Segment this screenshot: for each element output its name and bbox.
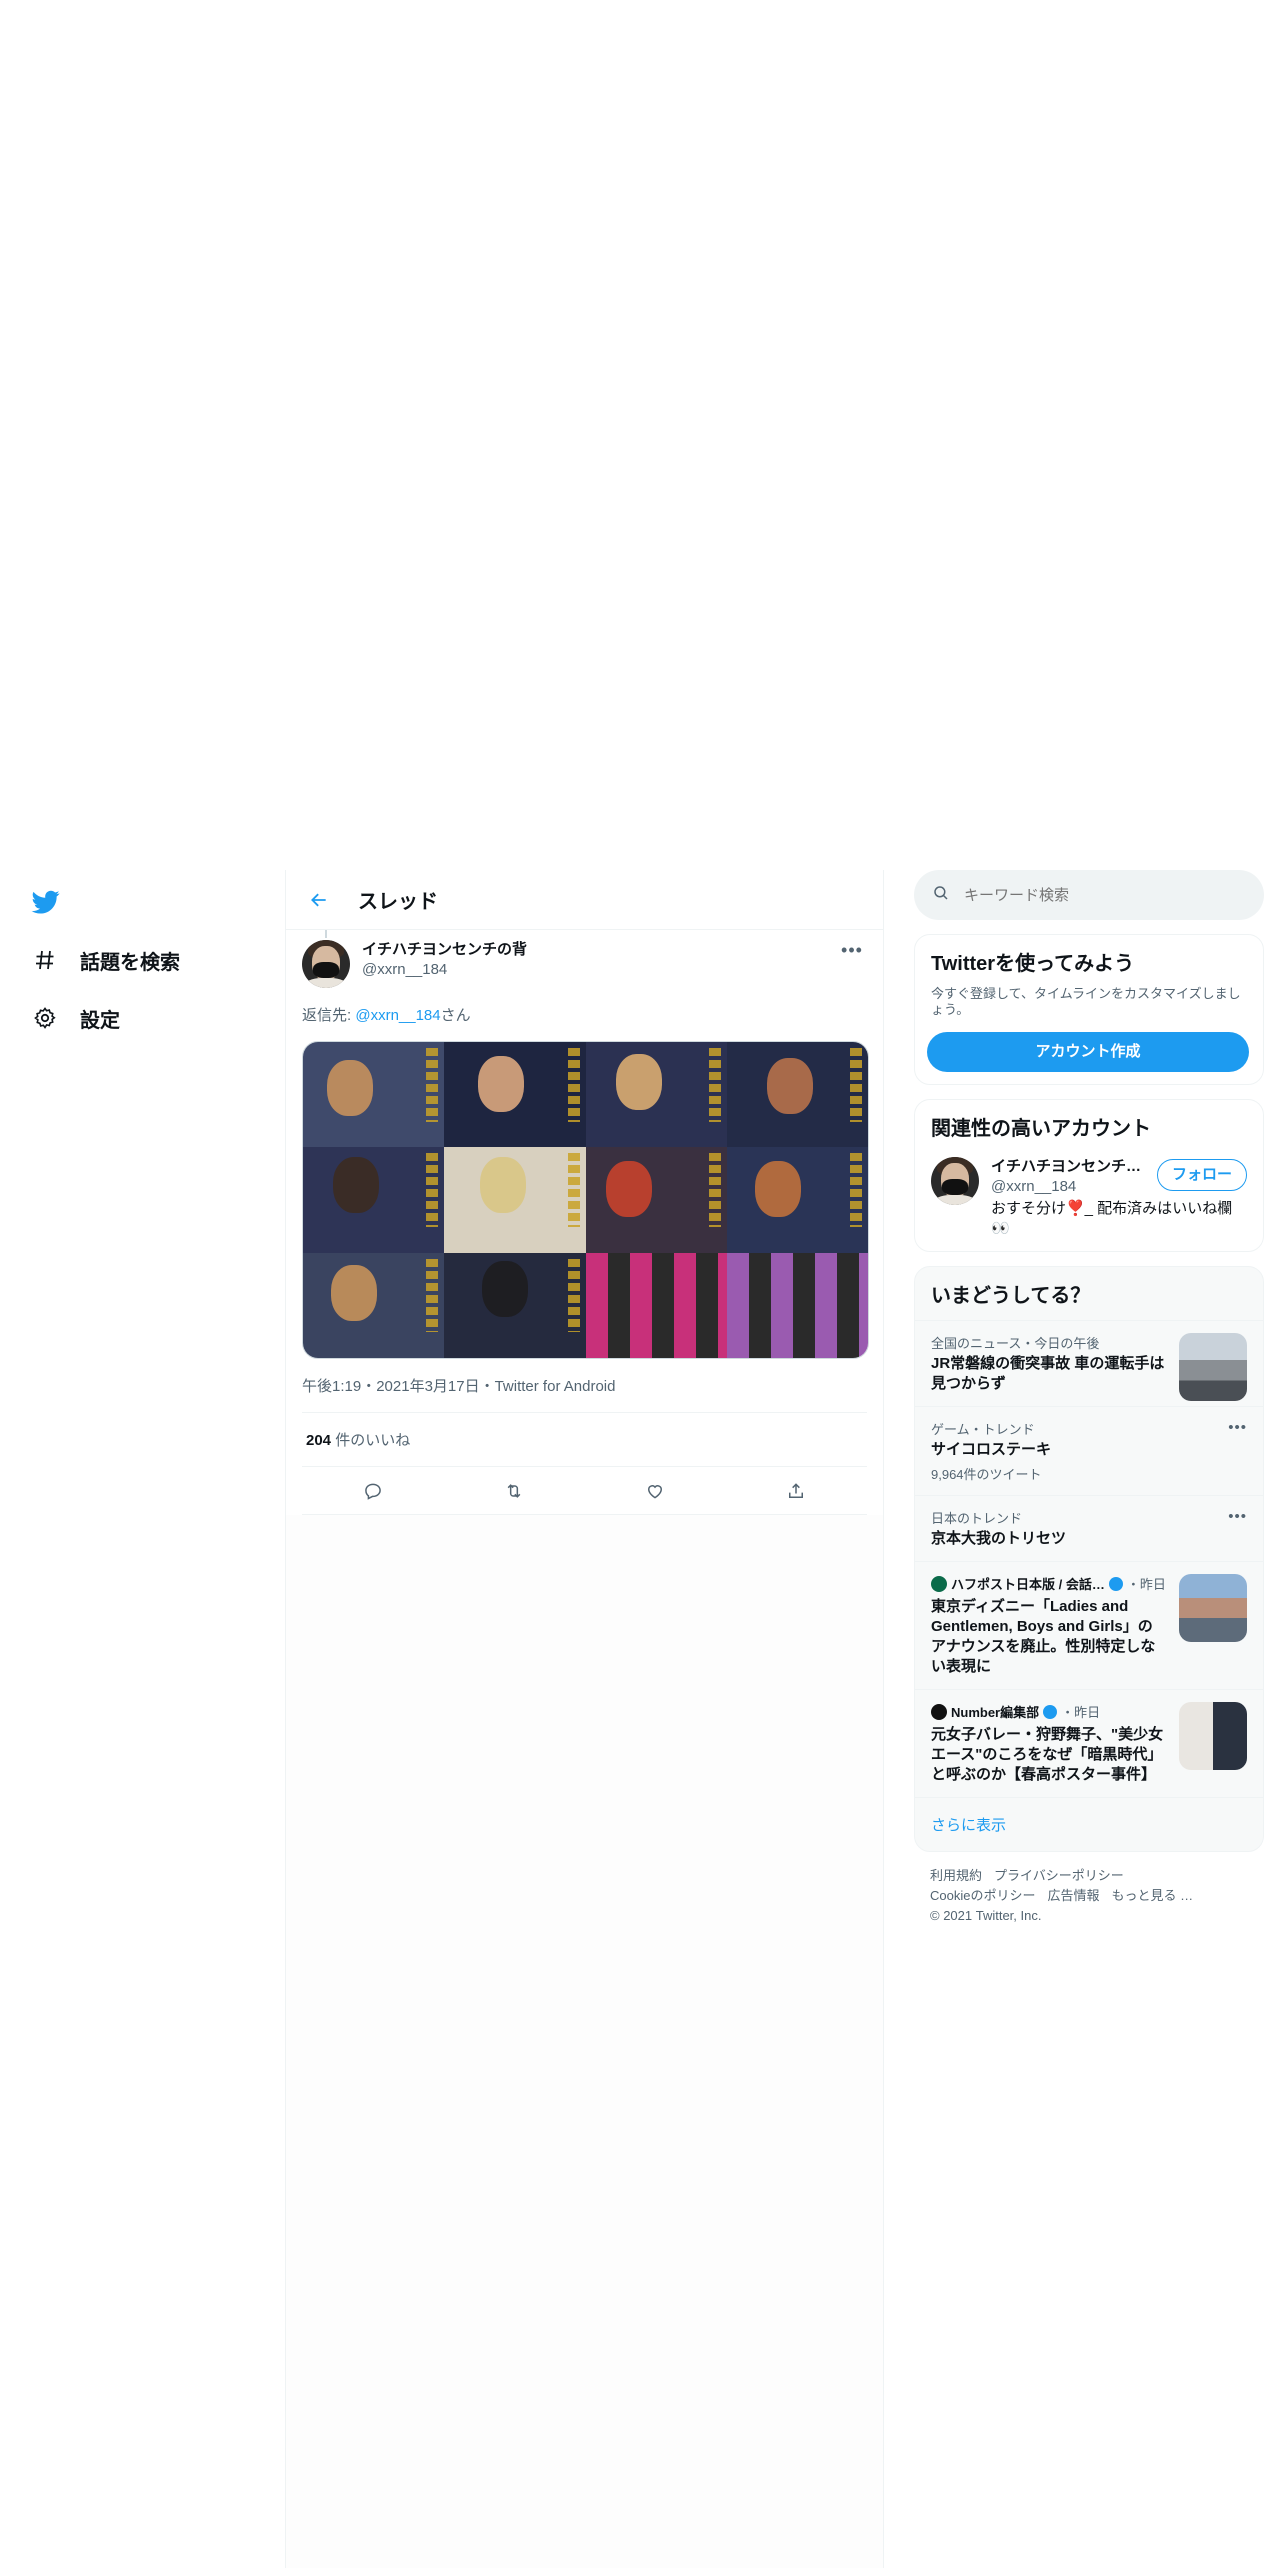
display-name[interactable]: イチハチヨンセンチの背 xyxy=(362,940,527,960)
related-title: 関連性の高いアカウント xyxy=(931,1118,1151,1140)
footer-link-cookies[interactable]: Cookieのポリシー xyxy=(930,1888,1035,1903)
search-box[interactable] xyxy=(914,870,1264,920)
tweet-author-row: イチハチヨンセンチの背 @xxrn__184 ••• xyxy=(302,930,867,988)
trend-thumbnail xyxy=(1179,1333,1247,1401)
nav-item-settings[interactable]: 設定 xyxy=(30,998,120,1038)
media-tile xyxy=(444,1042,586,1148)
media-tile xyxy=(726,1042,868,1148)
trend-title: 東京ディズニー「Ladies and Gentlemen, Boys and G… xyxy=(931,1598,1156,1675)
likes-label: 件のいいね xyxy=(331,1432,411,1449)
source-logo-icon xyxy=(931,1575,947,1592)
media-tile xyxy=(303,1042,445,1148)
trends-card: いまどうしてる？ 全国のニュース・今日の午後 JR常磐線の衝突事故 車の運転手は… xyxy=(914,1266,1264,1852)
nav-item-explore[interactable]: 話題を検索 xyxy=(30,940,180,980)
source-name: Number編集部 xyxy=(951,1705,1040,1720)
avatar[interactable] xyxy=(931,1157,979,1205)
related-bio: おすそ分け❣️_ 配布済みはいいね欄👀 xyxy=(991,1200,1233,1237)
trend-thumbnail xyxy=(1179,1702,1247,1770)
more-options-icon[interactable]: ••• xyxy=(1228,1508,1247,1525)
trend-item[interactable]: ハフポスト日本版 / 会話… ・昨日 東京ディズニー「Ladies and Ge… xyxy=(915,1561,1263,1689)
main-column: スレッド イチハチヨンセンチの背 @xxrn__184 ••• 返信先: @xx… xyxy=(285,870,884,2568)
trend-item[interactable]: 日本のトレンド 京本大我のトリセツ ••• xyxy=(915,1495,1263,1561)
news-source: Number編集部 ・昨日 xyxy=(931,1702,1167,1721)
source-time: ・昨日 xyxy=(1061,1705,1101,1720)
show-more-link[interactable]: さらに表示 xyxy=(915,1797,1263,1851)
search-icon xyxy=(932,884,950,907)
more-options-icon[interactable]: ••• xyxy=(837,940,867,960)
page: 話題を検索 設定 スレッド イチハチヨンセンチの背 @xxrn__184 •••… xyxy=(0,0,1284,2568)
media-tile xyxy=(444,1147,586,1253)
nav-item-label: 設定 xyxy=(80,1009,120,1032)
trend-count: 9,964件のツイート xyxy=(931,1467,1042,1482)
hashtag-icon xyxy=(30,945,60,975)
like-icon[interactable] xyxy=(638,1474,672,1508)
trend-thumbnail xyxy=(1179,1574,1247,1642)
trend-title: JR常磐線の衝突事故 車の運転手は見つからず xyxy=(931,1355,1165,1392)
likes-count: 204 xyxy=(306,1432,332,1449)
media-tile xyxy=(726,1147,868,1253)
verified-badge-icon xyxy=(1043,1704,1058,1719)
footer: 利用規約 プライバシーポリシー Cookieのポリシー 広告情報 もっと見る … © … xyxy=(914,1852,1264,1940)
footer-link-more[interactable]: もっと見る … xyxy=(1111,1888,1193,1903)
share-icon[interactable] xyxy=(779,1474,813,1508)
footer-link-privacy[interactable]: プライバシーポリシー xyxy=(994,1868,1124,1883)
related-accounts-card: 関連性の高いアカウント イチハチヨンセンチ… @xxrn__184 おすそ分け❣… xyxy=(914,1099,1264,1252)
author-names: イチハチヨンセンチの背 @xxrn__184 xyxy=(362,940,527,980)
thread-header: スレッド xyxy=(286,870,883,930)
source-name: ハフポスト日本版 / 会話… xyxy=(951,1577,1105,1592)
media-tile xyxy=(444,1252,586,1358)
gear-icon xyxy=(30,1003,60,1033)
trend-item[interactable]: Number編集部 ・昨日 元女子バレー・狩野舞子、"美少女エース"のころをなぜ… xyxy=(915,1689,1263,1797)
trend-context: 日本のトレンド xyxy=(931,1511,1023,1526)
tweet[interactable]: イチハチヨンセンチの背 @xxrn__184 ••• 返信先: @xxrn__1… xyxy=(286,930,883,1515)
source-logo-icon xyxy=(931,1703,947,1720)
signup-card: Twitterを使ってみよう 今すぐ登録して、タイムラインをカスタマイズしましょ… xyxy=(914,934,1264,1085)
trend-item[interactable]: 全国のニュース・今日の午後 JR常磐線の衝突事故 車の運転手は見つからず xyxy=(915,1320,1263,1406)
related-account[interactable]: イチハチヨンセンチ… @xxrn__184 おすそ分け❣️_ 配布済みはいいね欄… xyxy=(915,1145,1263,1251)
verified-badge-icon xyxy=(1108,1576,1123,1591)
footer-link-ads[interactable]: 広告情報 xyxy=(1047,1888,1099,1903)
tweet-media-image[interactable] xyxy=(302,1041,869,1359)
reply-suffix: さん xyxy=(440,1007,471,1024)
create-account-button[interactable]: アカウント作成 xyxy=(927,1032,1249,1072)
handle[interactable]: @xxrn__184 xyxy=(362,960,527,980)
follow-button[interactable]: フォロー xyxy=(1156,1159,1247,1191)
more-options-icon[interactable]: ••• xyxy=(1228,1419,1247,1436)
nav-item-label: 話題を検索 xyxy=(80,951,180,974)
media-tile xyxy=(585,1042,727,1148)
avatar[interactable] xyxy=(302,940,350,988)
copyright: © 2021 Twitter, Inc. xyxy=(930,1908,1042,1923)
retweet-icon[interactable] xyxy=(497,1474,531,1508)
tweet-timestamp[interactable]: 午後1:19・2021年3月17日・Twitter for Android xyxy=(302,1375,867,1413)
media-tile xyxy=(303,1147,445,1253)
trend-title: 元女子バレー・狩野舞子、"美少女エース"のころをなぜ「暗黒時代」と呼ぶのか【春高… xyxy=(931,1726,1164,1783)
media-tile xyxy=(585,1252,727,1358)
sidebar: Twitterを使ってみよう 今すぐ登録して、タイムラインをカスタマイズしましょ… xyxy=(914,870,1264,1940)
search-input[interactable] xyxy=(964,886,1224,904)
page-title: スレッド xyxy=(358,891,438,913)
media-tile xyxy=(585,1147,727,1253)
tweet-actions xyxy=(302,1467,867,1515)
twitter-logo-icon[interactable] xyxy=(30,888,64,918)
reply-icon[interactable] xyxy=(356,1474,390,1508)
footer-link-terms[interactable]: 利用規約 xyxy=(930,1868,982,1883)
news-source: ハフポスト日本版 / 会話… ・昨日 xyxy=(931,1574,1167,1593)
trend-item[interactable]: ゲーム・トレンド サイコロステーキ 9,964件のツイート ••• xyxy=(915,1406,1263,1495)
back-arrow-icon[interactable] xyxy=(302,883,336,917)
source-time: ・昨日 xyxy=(1126,1577,1166,1592)
reply-prefix: 返信先: xyxy=(302,1007,356,1024)
reply-to: 返信先: @xxrn__184さん xyxy=(302,1004,867,1025)
trend-context: ゲーム・トレンド xyxy=(931,1422,1035,1437)
likes-summary[interactable]: 204 件のいいね xyxy=(302,1413,867,1467)
trend-title: 京本大我のトリセツ xyxy=(931,1530,1067,1547)
signup-subtitle: 今すぐ登録して、タイムラインをカスタマイズしましょう。 xyxy=(931,986,1241,1017)
media-tile xyxy=(303,1252,445,1358)
media-tile xyxy=(726,1252,868,1358)
signup-title: Twitterを使ってみよう xyxy=(931,953,1135,975)
trend-title: サイコロステーキ xyxy=(931,1441,1052,1458)
trends-title: いまどうしてる？ xyxy=(931,1285,1091,1307)
reply-mention-link[interactable]: @xxrn__184 xyxy=(355,1007,440,1024)
